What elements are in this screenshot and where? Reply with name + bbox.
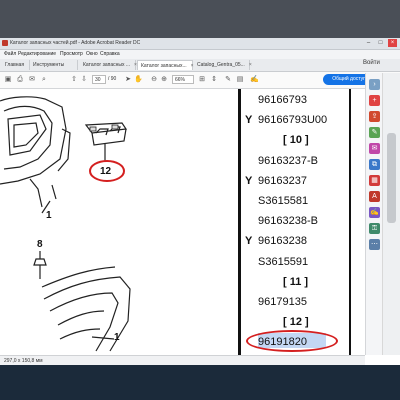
combine-files-icon[interactable]: ⧉	[369, 159, 380, 170]
scrollbar-thumb[interactable]	[387, 133, 396, 223]
page-size-readout: 297,0 x 150,8 мм	[4, 358, 43, 364]
create-pdf-icon[interactable]: +	[369, 95, 380, 106]
column-divider-left	[238, 89, 241, 355]
tab-home-label: Главная	[5, 62, 25, 68]
zoom-out-icon[interactable]: ⊖	[150, 76, 158, 84]
tab-catalog-2[interactable]: Каталог запасных... ×	[137, 60, 194, 70]
export-pdf-icon[interactable]: ⇪	[369, 111, 380, 122]
menu-edit[interactable]: Редактирование	[18, 51, 56, 57]
tab-home[interactable]: Главная	[2, 60, 30, 70]
tab-catalog-1[interactable]: Каталог запасных ... ×	[80, 60, 137, 70]
part-number[interactable]: S3615581	[258, 195, 308, 207]
menu-help[interactable]: Справка	[100, 51, 120, 57]
callout-8: 8	[37, 239, 43, 250]
fill-sign-icon[interactable]: ✍	[369, 207, 380, 218]
sign-icon[interactable]: ✍	[250, 76, 259, 84]
menu-file[interactable]: Файл	[4, 51, 16, 57]
page-total: / 90	[108, 76, 117, 82]
minimize-icon[interactable]: –	[364, 39, 373, 47]
column-divider-right	[349, 89, 351, 355]
email-icon[interactable]: ✉	[28, 76, 36, 84]
highlight-icon[interactable]: ▤	[236, 76, 244, 84]
print-icon[interactable]: ⎙	[16, 76, 24, 84]
comment-tool-icon[interactable]: ✉	[369, 143, 380, 154]
title-bar: Каталог запасных частей.pdf - Adobe Acro…	[0, 38, 400, 50]
part-ref-marker: Y	[245, 114, 253, 127]
door-panel-illustration	[0, 96, 131, 352]
part-number[interactable]: 96166793	[258, 94, 307, 106]
save-icon[interactable]: ▣	[4, 76, 12, 84]
scroll-mode-icon[interactable]: ⇕	[210, 76, 218, 84]
hand-icon[interactable]: ✋	[134, 76, 143, 84]
page-number-input[interactable]: 30	[92, 75, 106, 84]
zoom-in-icon[interactable]: ⊕	[160, 76, 168, 84]
close-icon[interactable]: ×	[388, 39, 397, 47]
part-ref-marker: Y	[245, 235, 253, 248]
part-group-header: [ 11 ]	[283, 275, 309, 288]
part-number[interactable]: 96163237-B	[258, 155, 318, 167]
fit-page-icon[interactable]: ⊞	[198, 76, 206, 84]
tab-tools[interactable]: Инструменты	[30, 60, 78, 70]
part-number[interactable]: 96163237	[258, 175, 307, 187]
maximize-icon[interactable]: □	[376, 39, 385, 47]
zoom-select[interactable]: 66%	[172, 75, 194, 84]
desktop-top-strip	[0, 0, 400, 38]
callout-1-lower: 1	[114, 332, 120, 343]
tab-catalog-2-label: Каталог запасных...	[141, 63, 187, 69]
callout-12-circle	[89, 160, 125, 182]
toolbar: ▣ ⎙ ✉ ⌕ ⇧ ⇩ 30 / 90 ➤ ✋ ⊖ ⊕ 66% ⊞ ⇕ ✎ ▤ …	[0, 72, 400, 89]
part-group-header: [ 10 ]	[283, 134, 309, 147]
tab-catalog-gentra-label: Catalog_Gentra_05...	[197, 62, 245, 68]
menu-window[interactable]: Окно	[86, 51, 98, 57]
taskbar	[0, 365, 400, 400]
right-tools-panel: › + ⇪ ✎ ✉ ⧉ ▦ A ✍ ⚿ ⋯	[365, 73, 383, 355]
edit-pdf-icon[interactable]: ✎	[369, 127, 380, 138]
vertical-scrollbar[interactable]	[382, 73, 400, 355]
share-button-label: Общий доступ	[332, 76, 366, 82]
document-page[interactable]: 12 1 8 1 96166793 Y 96166793U00[ 10 ] 96163…	[0, 89, 365, 355]
protect-icon[interactable]: ⚿	[369, 223, 380, 234]
part-number[interactable]: 96166793U00	[258, 114, 327, 126]
close-tab-icon[interactable]: ×	[249, 62, 252, 68]
search-icon[interactable]: ⌕	[40, 76, 48, 84]
menu-bar: Файл Редактирование Просмотр Окно Справк…	[0, 50, 400, 59]
menu-view[interactable]: Просмотр	[60, 51, 83, 57]
part-number[interactable]: 96163238	[258, 235, 307, 247]
part-number[interactable]: 96179135	[258, 296, 307, 308]
page-up-icon[interactable]: ⇧	[70, 76, 78, 84]
collapse-panel-icon[interactable]: ›	[369, 79, 380, 90]
more-tools-icon[interactable]: ⋯	[369, 239, 380, 250]
part-ref-marker: Y	[245, 174, 253, 187]
part-number[interactable]: 96191820	[258, 336, 307, 348]
organize-pages-icon[interactable]: ▦	[369, 175, 380, 186]
signin-link[interactable]: Войти	[363, 60, 380, 66]
comment-icon[interactable]: ✎	[224, 76, 232, 84]
part-group-header: [ 12 ]	[283, 316, 309, 329]
acrobat-app-icon	[2, 40, 8, 46]
part-number[interactable]: S3615591	[258, 256, 308, 268]
tab-catalog-1-label: Каталог запасных ...	[83, 62, 131, 68]
cursor-icon[interactable]: ➤	[124, 76, 132, 84]
tab-tools-label: Инструменты	[33, 62, 65, 68]
tab-bar: Главная Инструменты Каталог запасных ...…	[0, 59, 400, 72]
acrobat-tool-icon[interactable]: A	[369, 191, 380, 202]
tab-catalog-gentra[interactable]: Catalog_Gentra_05... ×	[194, 60, 252, 70]
part-number[interactable]: 96163238-B	[258, 215, 318, 227]
page-down-icon[interactable]: ⇩	[80, 76, 88, 84]
callout-1-upper: 1	[46, 210, 52, 221]
window-title: Каталог запасных частей.pdf - Adobe Acro…	[10, 40, 141, 46]
